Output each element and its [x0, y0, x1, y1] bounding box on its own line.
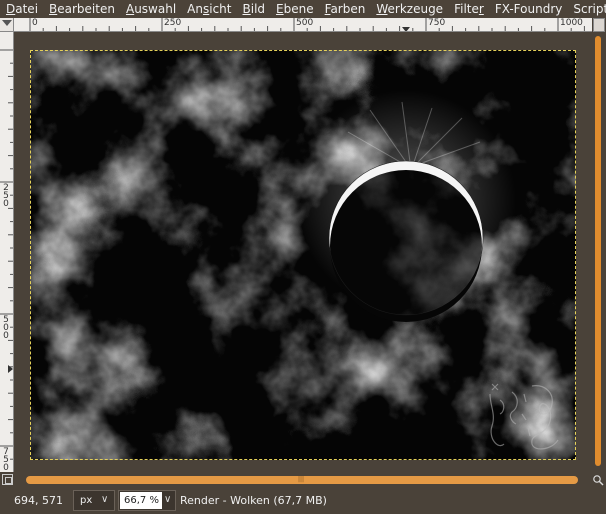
horizontal-ruler[interactable]: 0 250 500 750 1000: [14, 18, 592, 32]
menu-item-0[interactable]: Datei: [0, 0, 43, 18]
status-bar: 694, 571 px ∨ ∨ Render - Wolken (67,7 MB…: [0, 488, 606, 514]
ruler-label: 250: [164, 18, 182, 28]
pointer-coordinates: 694, 571: [14, 494, 63, 507]
menu-item-10[interactable]: Script-Fu: [567, 0, 606, 18]
vertical-pointer-marker: [8, 365, 13, 373]
menu-item-4[interactable]: Bild: [237, 0, 271, 18]
chevron-down-icon[interactable]: ∨: [164, 494, 171, 505]
quick-mask-toggle-button[interactable]: [593, 18, 605, 32]
menu-bar: Datei Bearbeiten Auswahl Ansicht Bild Ebene Fa…: [0, 0, 606, 18]
menu-item-9[interactable]: FX-Foundry: [489, 0, 568, 18]
menu-item-1[interactable]: Bearbeiten: [43, 0, 120, 18]
zoom-selector[interactable]: ∨: [118, 490, 176, 511]
ruler-corner-arrow-icon: [2, 20, 12, 26]
menu-item-5[interactable]: Ebene: [270, 0, 319, 18]
chevron-down-icon: ∨: [101, 494, 109, 505]
unit-value: px: [80, 495, 93, 506]
menu-item-6[interactable]: Farben: [319, 0, 371, 18]
zoom-input[interactable]: [120, 492, 162, 509]
ruler-label: 5 0 0: [3, 315, 9, 341]
zoom-to-fit-icon[interactable]: [592, 474, 604, 486]
ruler-corner-button[interactable]: [0, 18, 14, 32]
unit-selector[interactable]: px ∨: [73, 490, 115, 511]
vertical-scrollbar-thumb[interactable]: [595, 36, 601, 466]
ruler-label: 750: [428, 18, 446, 28]
menu-item-7[interactable]: Werkzeuge: [370, 0, 448, 18]
ruler-label: 500: [296, 18, 314, 28]
vertical-ruler-ticks: [0, 49, 13, 460]
navigate-icon[interactable]: [2, 474, 13, 485]
menu-item-3[interactable]: Ansicht: [181, 0, 236, 18]
horizontal-scrollbar-thumb[interactable]: |||: [26, 476, 578, 484]
vertical-scrollbar[interactable]: [592, 18, 606, 472]
vertical-ruler[interactable]: 2 5 0 5 0 0 7 5 0: [0, 32, 14, 472]
menu-item-8[interactable]: Filter: [448, 0, 489, 18]
ruler-label: 7 5 0: [3, 447, 9, 473]
horizontal-scrollbar[interactable]: |||: [0, 472, 606, 488]
ruler-label: 1000: [560, 18, 583, 28]
ruler-label: 2 5 0: [3, 183, 9, 209]
scrollbar-grip-icon: |||: [298, 476, 305, 483]
status-message: Render - Wolken (67,7 MB): [180, 494, 327, 507]
ruler-label: 0: [32, 18, 38, 28]
image-canvas[interactable]: [30, 50, 576, 460]
canvas-area[interactable]: [14, 32, 592, 472]
cloud-eclipse-image: [30, 50, 576, 460]
menu-item-2[interactable]: Auswahl: [120, 0, 181, 18]
